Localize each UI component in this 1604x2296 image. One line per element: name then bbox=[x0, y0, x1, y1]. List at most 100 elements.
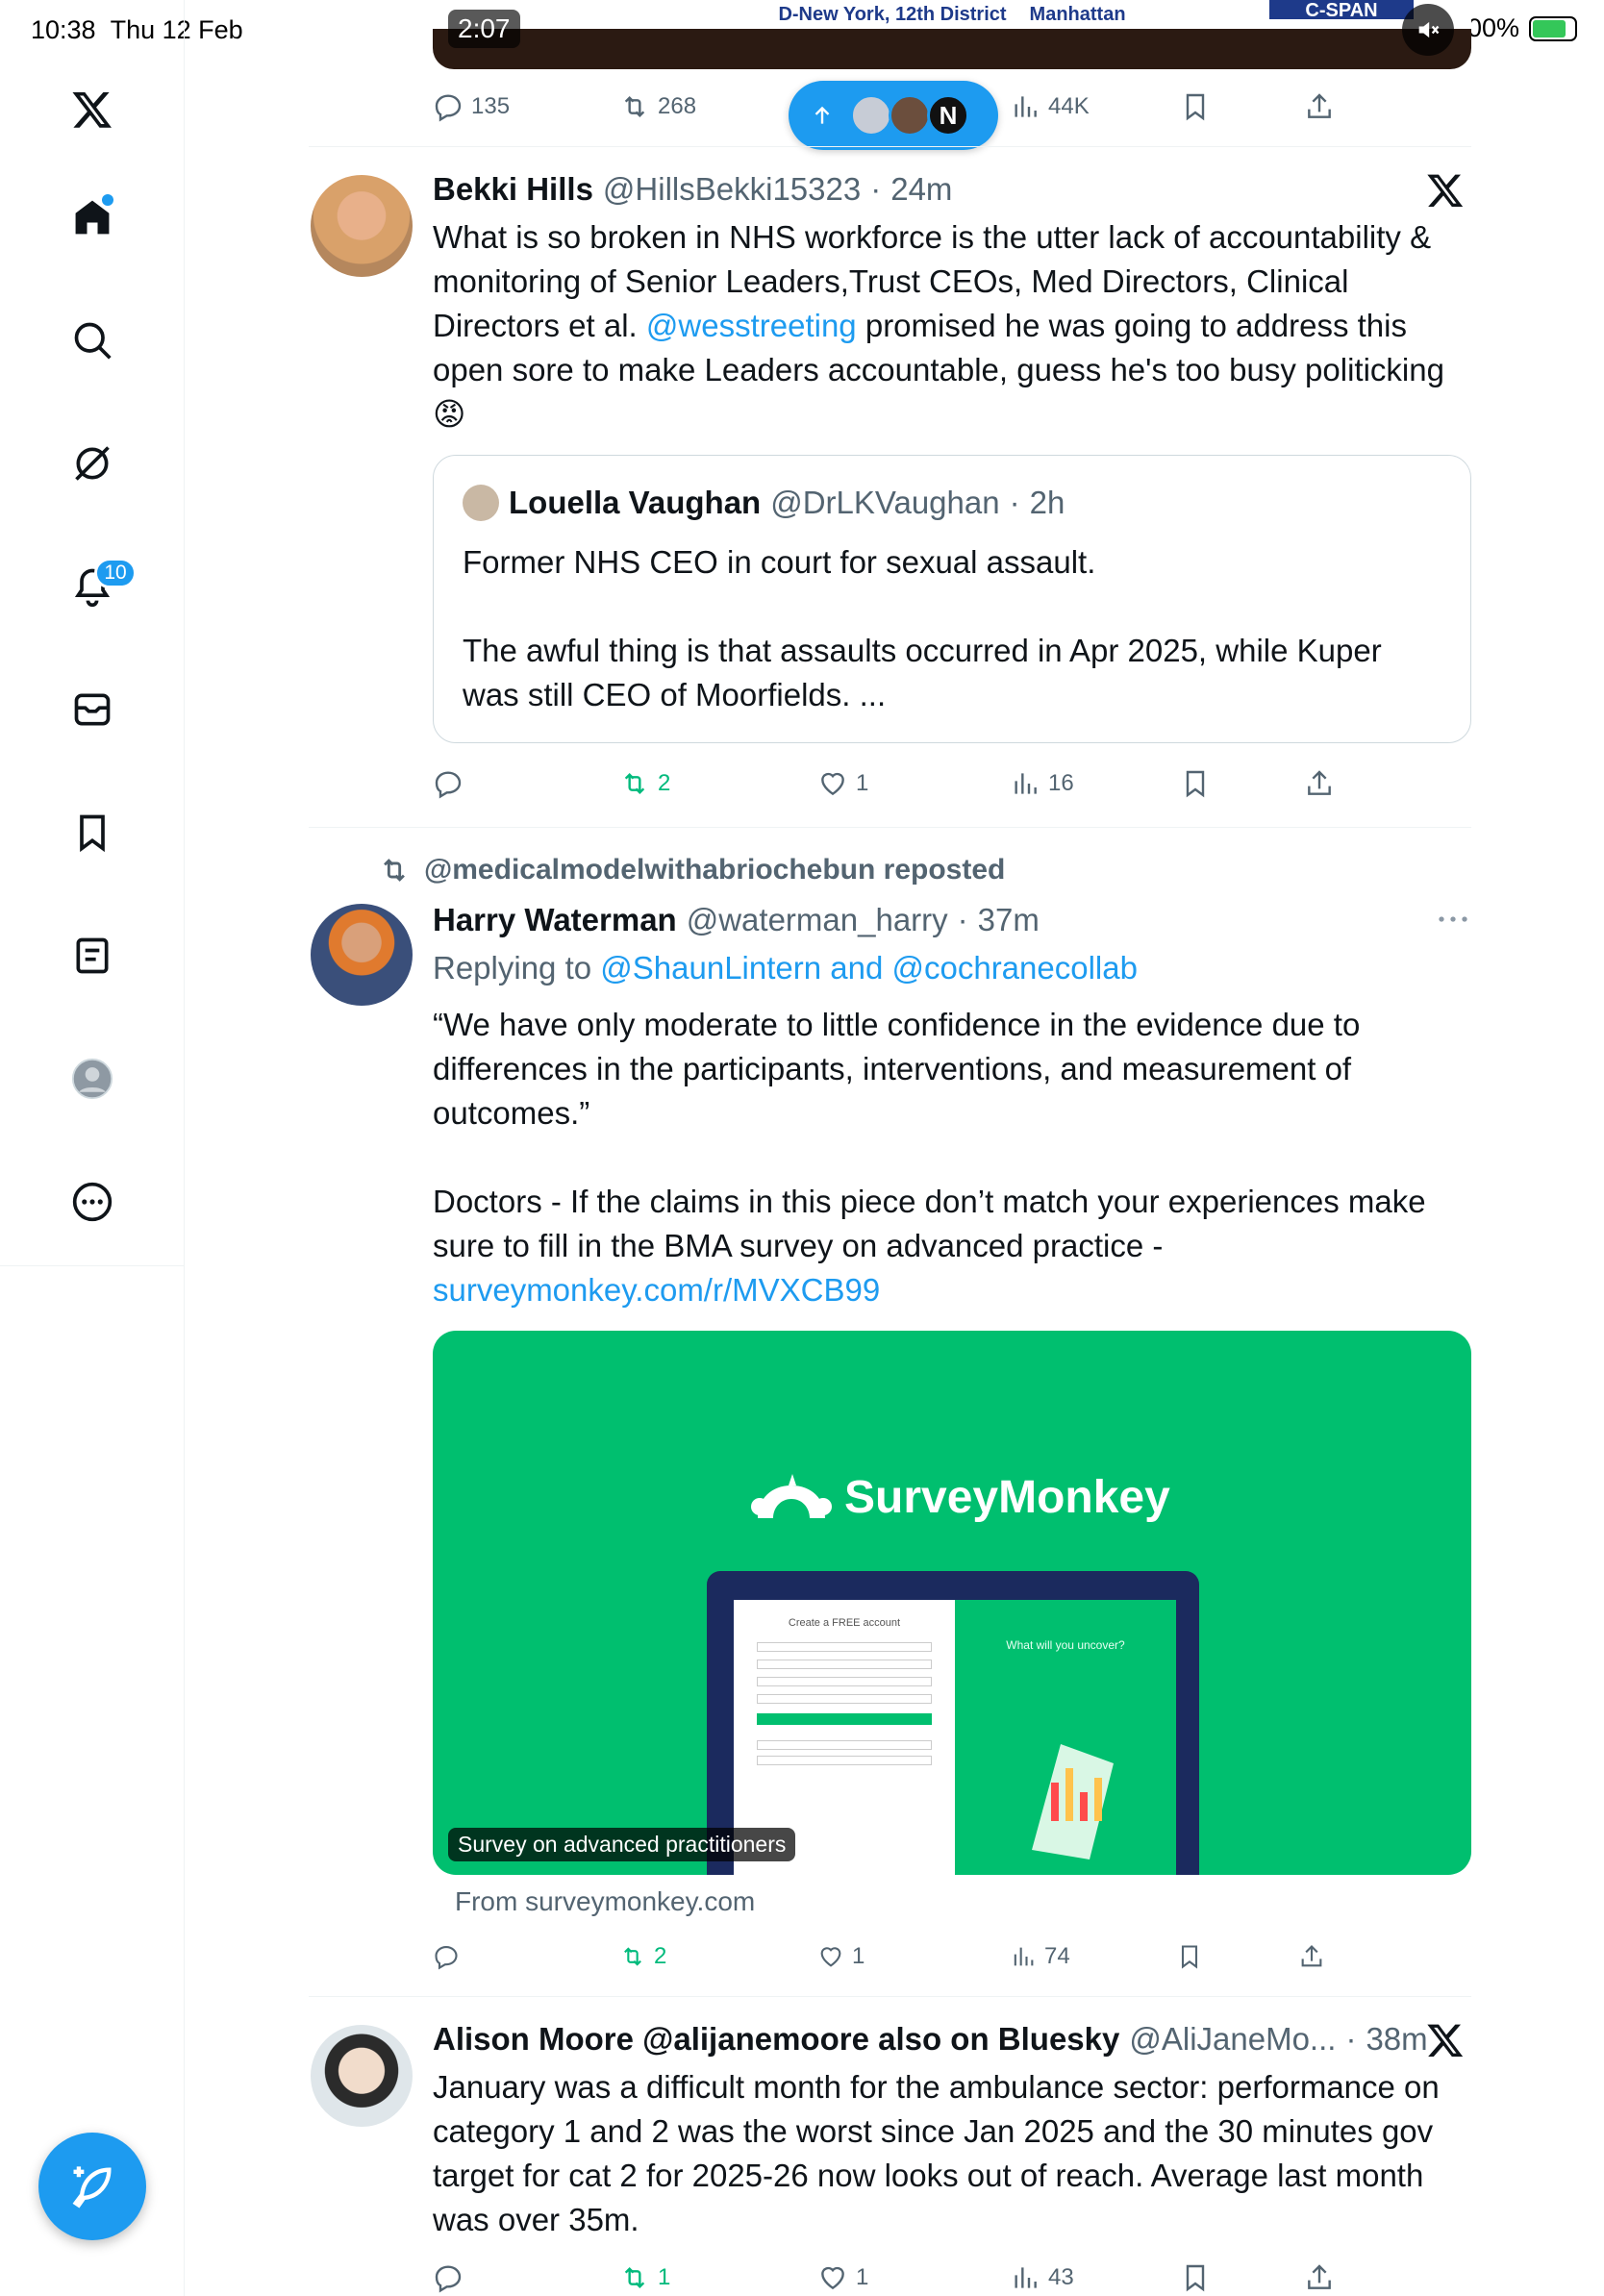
avatar[interactable] bbox=[311, 2025, 413, 2127]
quote-avatar bbox=[463, 485, 499, 521]
arrow-up-icon bbox=[815, 106, 830, 124]
repost-button[interactable]: 1 bbox=[619, 2254, 670, 2296]
angry-emoji: 😡 bbox=[433, 396, 466, 432]
views-button[interactable]: 74 bbox=[1010, 1933, 1070, 1981]
sidebar-divider bbox=[0, 1265, 185, 1266]
bookmark-icon bbox=[1186, 93, 1205, 121]
reply-to-link[interactable]: @ShaunLintern and @cochranecollab bbox=[600, 950, 1138, 986]
repost-context: @medicalmodelwithabriochebun reposted bbox=[378, 854, 1005, 886]
share-icon bbox=[1301, 1945, 1322, 1967]
survey-link[interactable]: surveymonkey.com/r/MVXCB99 bbox=[433, 1272, 880, 1308]
video-player[interactable]: D-New York, 12th District Manhattan C-SP… bbox=[433, 0, 1471, 69]
views-chart-icon bbox=[1015, 773, 1037, 794]
mention-link[interactable]: @wesstreeting bbox=[646, 308, 857, 343]
bookmark-button[interactable] bbox=[1180, 760, 1211, 808]
compose-post-button[interactable] bbox=[38, 2133, 146, 2240]
post-actions: 2 1 74 bbox=[433, 1933, 1471, 1981]
notifications-bell-icon[interactable]: 10 bbox=[58, 552, 137, 621]
repost-count: 1 bbox=[658, 2264, 671, 2290]
post-divider bbox=[309, 1996, 1471, 1997]
repost-icon bbox=[624, 95, 645, 118]
repost-count: 268 bbox=[658, 93, 697, 119]
more-options-icon[interactable] bbox=[58, 1167, 127, 1236]
heart-icon bbox=[821, 2266, 844, 2290]
speaker-muted-icon bbox=[1418, 21, 1440, 38]
reply-button[interactable] bbox=[433, 2254, 464, 2296]
more-options-icon[interactable] bbox=[1438, 908, 1468, 931]
author-handle[interactable]: @HillsBekki15323 bbox=[603, 171, 861, 208]
author-handle[interactable]: @waterman_harry bbox=[687, 902, 948, 938]
views-count: 43 bbox=[1048, 2264, 1074, 2290]
repost-icon bbox=[384, 859, 405, 882]
avatar[interactable] bbox=[311, 175, 413, 277]
grok-icon[interactable] bbox=[58, 429, 127, 498]
views-count: 16 bbox=[1048, 770, 1074, 796]
x-logo-icon bbox=[1427, 2024, 1464, 2057]
post-actions: 1 1 43 bbox=[433, 2254, 1471, 2296]
views-button[interactable]: 43 bbox=[1010, 2254, 1074, 2296]
author-name[interactable]: Bekki Hills bbox=[433, 171, 593, 208]
post-time[interactable]: 37m bbox=[978, 902, 1040, 938]
like-button[interactable]: 1 bbox=[817, 2254, 868, 2296]
like-button[interactable]: 1 bbox=[817, 760, 868, 808]
search-icon[interactable] bbox=[58, 306, 127, 375]
repost-button[interactable]: 2 bbox=[619, 760, 670, 808]
reply-button[interactable]: 135 bbox=[433, 83, 510, 131]
messages-icon[interactable] bbox=[58, 675, 127, 744]
card-source[interactable]: From surveymonkey.com bbox=[455, 1886, 755, 1917]
like-button[interactable]: 1 bbox=[817, 1933, 865, 1981]
lower-third-location: Manhattan bbox=[1029, 3, 1126, 25]
reply-icon bbox=[435, 2265, 462, 2293]
bookmarks-icon[interactable] bbox=[58, 798, 127, 867]
share-icon bbox=[1308, 770, 1331, 795]
author-name[interactable]: Alison Moore @alijanemoore also on Blues… bbox=[433, 2021, 1119, 2058]
views-chart-icon bbox=[1015, 96, 1037, 117]
heart-icon bbox=[821, 772, 844, 796]
x-logo-icon[interactable] bbox=[58, 75, 127, 144]
repost-button[interactable]: 268 bbox=[619, 83, 696, 131]
new-posts-pill[interactable]: N bbox=[789, 81, 998, 150]
share-icon bbox=[1308, 93, 1331, 118]
lists-icon[interactable] bbox=[58, 921, 127, 990]
repost-button[interactable]: 2 bbox=[619, 1933, 666, 1981]
post-text-body: “We have only moderate to little confide… bbox=[433, 1007, 1426, 1263]
post-text: “We have only moderate to little confide… bbox=[433, 1003, 1471, 1312]
screen-tagline: What will you uncover? bbox=[1006, 1638, 1125, 1652]
post-time[interactable]: 24m bbox=[890, 171, 952, 208]
reply-count: 135 bbox=[471, 93, 511, 119]
repost-icon bbox=[624, 1947, 641, 1966]
views-button[interactable]: 16 bbox=[1010, 760, 1074, 808]
reply-icon bbox=[435, 1946, 458, 1970]
mute-button[interactable] bbox=[1402, 4, 1454, 56]
post-time[interactable]: 38m bbox=[1366, 2021, 1427, 2058]
repost-icon bbox=[624, 772, 645, 795]
reply-button[interactable] bbox=[433, 760, 464, 808]
link-card-image[interactable]: SurveyMonkey Create a FREE account What … bbox=[433, 1331, 1471, 1875]
views-button[interactable]: 44K bbox=[1010, 83, 1090, 131]
x-logo-icon bbox=[1427, 174, 1464, 207]
compose-feather-icon bbox=[72, 2166, 112, 2209]
repost-context-text[interactable]: @medicalmodelwithabriochebun reposted bbox=[424, 854, 1005, 886]
avatar[interactable] bbox=[311, 904, 413, 1006]
views-chart-icon bbox=[1015, 2267, 1037, 2288]
author-handle[interactable]: @AliJaneMo... bbox=[1129, 2021, 1336, 2058]
profile-avatar-icon[interactable] bbox=[58, 1044, 127, 1113]
views-count: 74 bbox=[1044, 1943, 1070, 1969]
bookmark-button[interactable] bbox=[1180, 83, 1211, 131]
home-icon[interactable] bbox=[58, 183, 127, 252]
timeline: D-New York, 12th District Manhattan C-SP… bbox=[186, 0, 1604, 2296]
separator-dot: · bbox=[1009, 485, 1020, 520]
quoted-post[interactable]: Louella Vaughan @DrLKVaughan · 2h Former… bbox=[433, 455, 1471, 743]
share-button[interactable] bbox=[1304, 760, 1335, 808]
bookmark-icon bbox=[1186, 2264, 1205, 2292]
bookmark-button[interactable] bbox=[1176, 1933, 1203, 1981]
share-button[interactable] bbox=[1298, 1933, 1325, 1981]
share-button[interactable] bbox=[1304, 2254, 1335, 2296]
reply-prefix: Replying to bbox=[433, 950, 601, 986]
reply-button[interactable] bbox=[433, 1933, 460, 1981]
author-name[interactable]: Harry Waterman bbox=[433, 902, 677, 938]
share-button[interactable] bbox=[1304, 83, 1335, 131]
bookmark-button[interactable] bbox=[1180, 2254, 1211, 2296]
post-actions: 2 1 16 bbox=[433, 760, 1471, 808]
repost-icon bbox=[624, 2266, 645, 2289]
